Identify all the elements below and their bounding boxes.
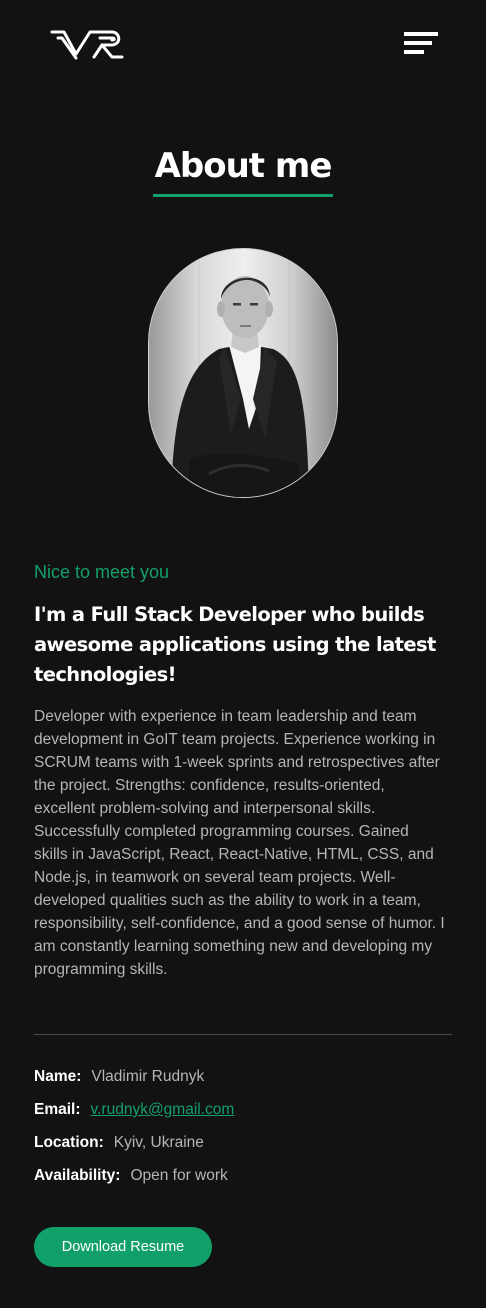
hamburger-menu-icon[interactable] xyxy=(404,30,438,56)
info-location-label: Location: xyxy=(34,1134,104,1151)
title-underline xyxy=(153,194,333,197)
info-location-value: Kyiv, Ukraine xyxy=(113,1134,204,1151)
bio-text: Developer with experience in team leader… xyxy=(34,708,445,978)
greeting-text: Nice to meet you xyxy=(34,562,170,582)
info-location-row: Location: Kyiv, Ukraine xyxy=(34,1132,204,1154)
info-email-row: Email: v.rudnyk@gmail.com xyxy=(34,1099,234,1121)
info-name-row: Name: Vladimir Rudnyk xyxy=(34,1066,204,1088)
email-link[interactable]: v.rudnyk@gmail.com xyxy=(91,1101,235,1118)
divider xyxy=(34,1034,452,1035)
profile-photo xyxy=(148,248,338,498)
info-email-label: Email: xyxy=(34,1101,81,1118)
info-name-label: Name: xyxy=(34,1068,82,1085)
info-availability-row: Availability: Open for work xyxy=(34,1165,228,1187)
site-header xyxy=(0,0,486,90)
headline: I'm a Full Stack Developer who builds aw… xyxy=(34,603,436,686)
vr-logo-icon xyxy=(50,30,124,60)
person-photo-icon xyxy=(149,249,337,497)
info-availability-value: Open for work xyxy=(130,1167,228,1184)
info-name-value: Vladimir Rudnyk xyxy=(91,1068,205,1085)
page-title: About me xyxy=(154,146,333,186)
vr-logo[interactable] xyxy=(50,28,128,60)
download-resume-button[interactable]: Download Resume xyxy=(34,1227,212,1267)
info-availability-label: Availability: xyxy=(34,1167,121,1184)
